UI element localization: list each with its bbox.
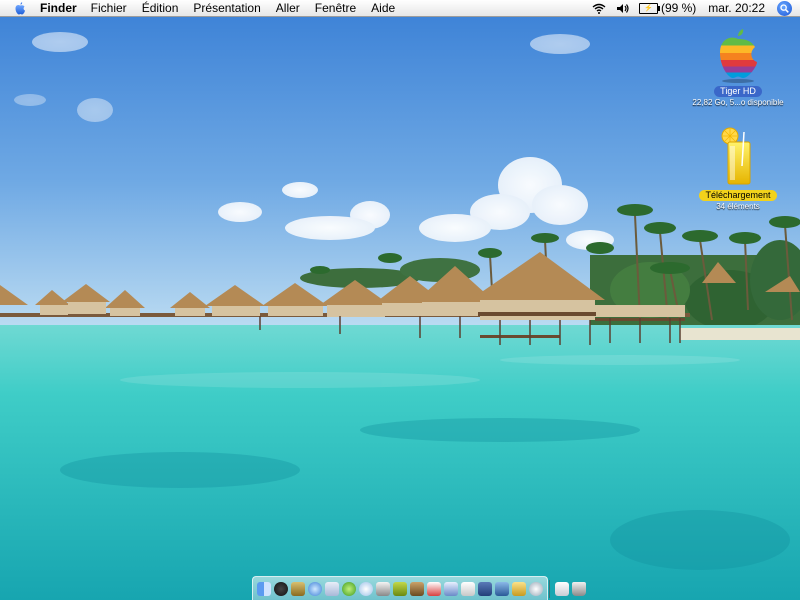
safari-icon[interactable] xyxy=(308,581,322,596)
system-preferences-icon[interactable] xyxy=(478,581,492,596)
iphoto-icon[interactable] xyxy=(376,581,390,596)
address-book-icon[interactable] xyxy=(410,581,424,596)
textedit-icon[interactable] xyxy=(461,581,475,596)
desktop-icon-label: Tiger HD xyxy=(714,86,762,97)
hard-drive-apple-icon xyxy=(720,29,757,83)
network-icon[interactable] xyxy=(495,581,509,596)
desktop-icon-telechargement[interactable]: Téléchargement 34 éléments xyxy=(688,126,788,211)
battery-icon: ⚡ xyxy=(638,2,660,14)
menu-presentation[interactable]: Présentation xyxy=(193,0,260,16)
ichat-icon[interactable] xyxy=(342,581,356,596)
menu-aller[interactable]: Aller xyxy=(276,0,300,16)
desktop-icon-tiger-hd[interactable]: Tiger HD 22,82 Go, 5...o disponible xyxy=(688,26,788,107)
spotlight-search-icon[interactable] xyxy=(777,0,792,16)
dashboard-icon[interactable] xyxy=(274,581,288,596)
mail-icon[interactable] xyxy=(291,581,305,596)
itunes-icon[interactable] xyxy=(359,581,373,596)
dock xyxy=(252,576,586,600)
dock-separator xyxy=(549,579,550,598)
desktop-icon-sublabel: 34 éléments xyxy=(716,202,760,211)
desktop-wallpaper xyxy=(0,0,800,600)
downloads-stack-icon[interactable] xyxy=(555,581,569,596)
menu-edition[interactable]: Édition xyxy=(142,0,179,16)
finder-icon[interactable] xyxy=(257,581,271,596)
menu-bar: Finder Fichier Édition Présentation Alle… xyxy=(0,0,800,17)
trash-icon[interactable] xyxy=(572,581,586,596)
imovie-icon[interactable] xyxy=(393,581,407,596)
menu-aide[interactable]: Aide xyxy=(371,0,395,16)
speaker-icon[interactable] xyxy=(616,3,629,14)
preview-icon[interactable] xyxy=(444,581,458,596)
desktop-icon-label: Téléchargement xyxy=(699,190,777,201)
menu-finder[interactable]: Finder xyxy=(40,0,77,16)
battery-status[interactable]: ⚡ (99 %) xyxy=(638,0,697,16)
downloads-folder-drink-icon xyxy=(721,127,751,185)
ical-icon[interactable] xyxy=(325,581,339,596)
battery-percent: (99 %) xyxy=(660,1,697,15)
stickies-icon[interactable] xyxy=(529,581,543,596)
wifi-icon[interactable] xyxy=(592,3,606,14)
menu-fichier[interactable]: Fichier xyxy=(91,0,127,16)
calendar-icon[interactable] xyxy=(427,581,441,596)
desktop-icon-sublabel: 22,82 Go, 5...o disponible xyxy=(692,98,784,107)
apple-logo-icon[interactable] xyxy=(14,1,26,15)
clock[interactable]: mar. 20:22 xyxy=(708,0,765,16)
menu-fenetre[interactable]: Fenêtre xyxy=(315,0,356,16)
terminal-icon[interactable] xyxy=(512,581,526,596)
